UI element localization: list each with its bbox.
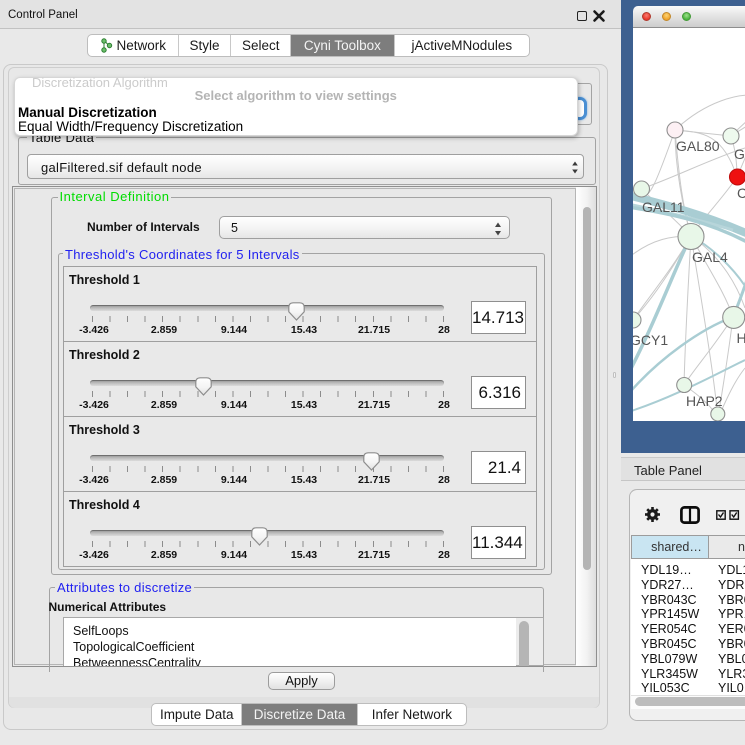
svg-text:GAL4: GAL4 bbox=[692, 249, 728, 265]
svg-text:HAP2: HAP2 bbox=[686, 393, 723, 409]
svg-text:GAL11: GAL11 bbox=[642, 199, 685, 215]
svg-text:GCY1: GCY1 bbox=[633, 332, 668, 348]
svg-text:H: H bbox=[737, 330, 745, 346]
svg-text:G.: G. bbox=[734, 146, 745, 162]
svg-text:GAL80: GAL80 bbox=[676, 138, 720, 154]
svg-text:C: C bbox=[737, 185, 745, 201]
